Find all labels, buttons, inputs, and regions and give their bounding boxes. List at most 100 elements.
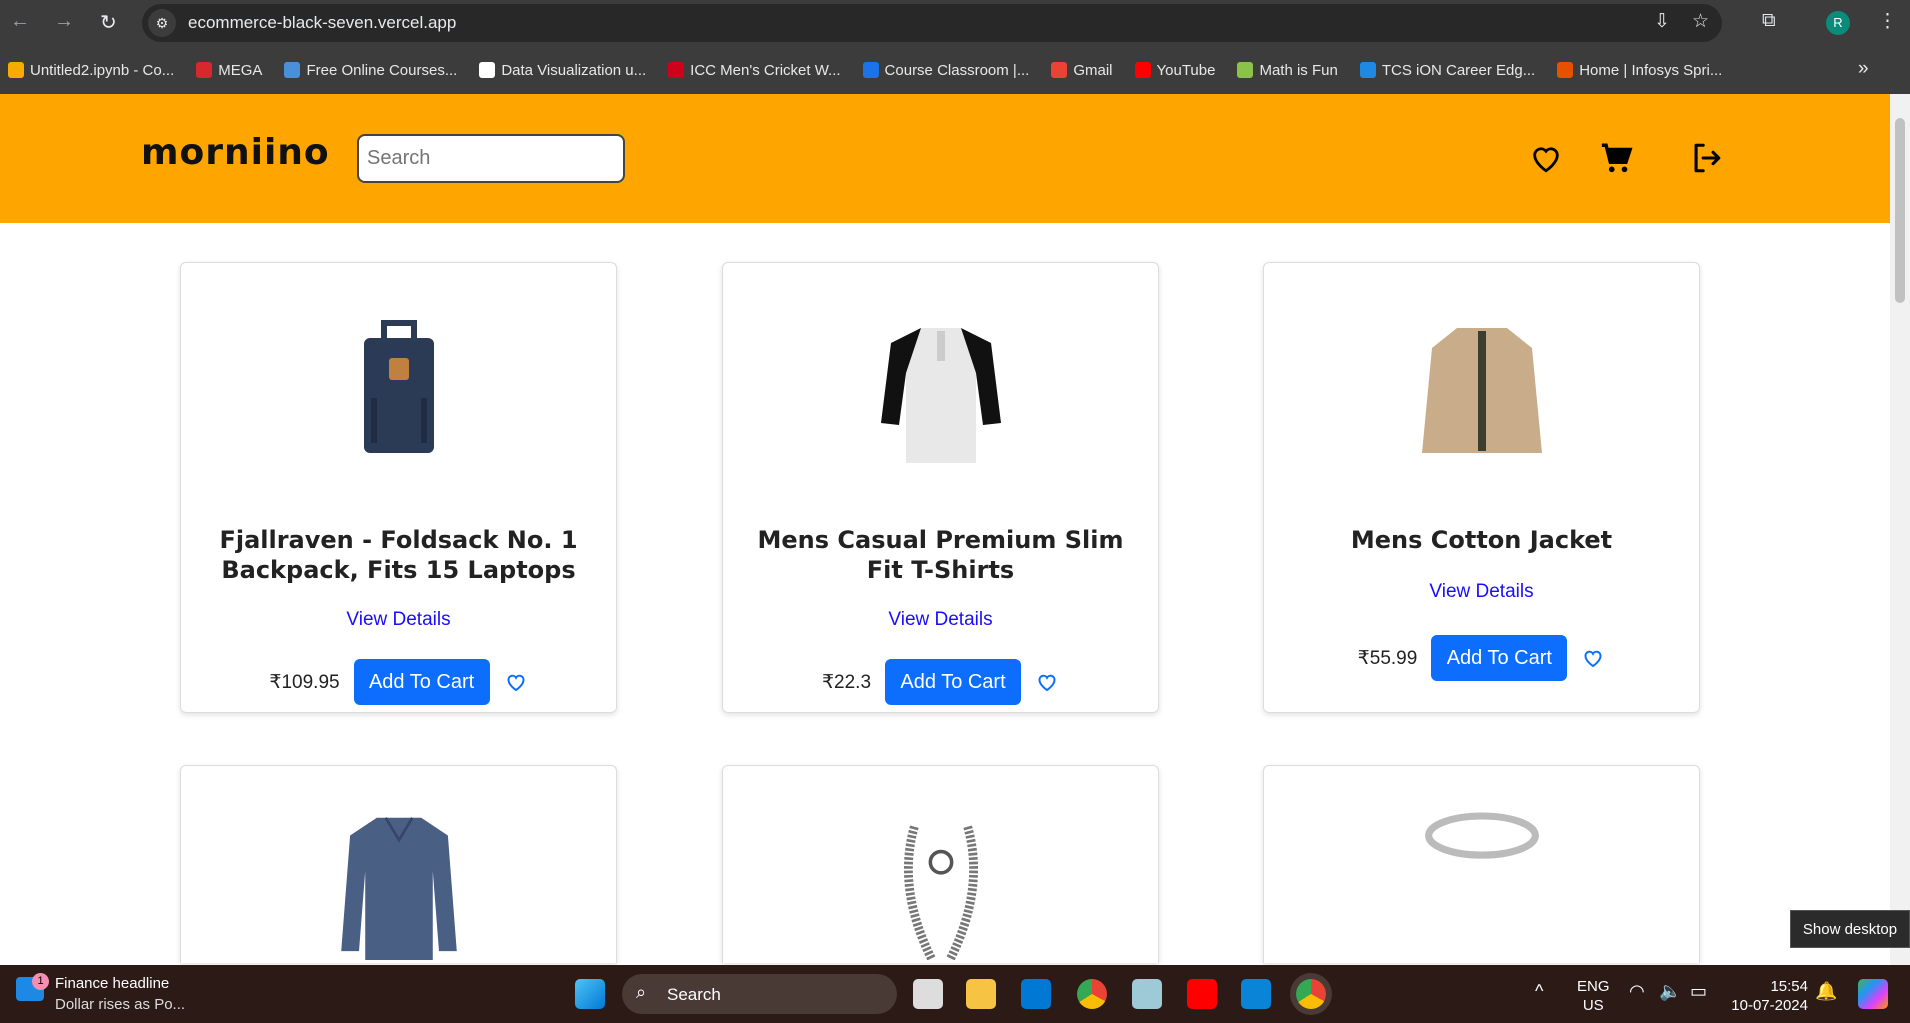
bookmark-label: Untitled2.ipynb - Co...	[30, 62, 175, 79]
view-details-link[interactable]: View Details	[723, 609, 1158, 631]
bookmark-favicon-icon	[1237, 62, 1254, 78]
bookmark-item[interactable]: Home | Infosys Spri...	[1557, 62, 1722, 79]
bookmark-item[interactable]: Math is Fun	[1237, 62, 1338, 79]
install-icon[interactable]: ⇩	[1654, 10, 1670, 33]
favorite-heart-icon[interactable]	[504, 670, 528, 694]
chrome-icon[interactable]	[1077, 979, 1107, 1009]
youtube-icon[interactable]	[1187, 979, 1217, 1009]
product-card	[1263, 765, 1700, 963]
address-bar[interactable]: ⚙ ecommerce-black-seven.vercel.app ⇩ ☆	[142, 4, 1722, 42]
star-icon[interactable]: ☆	[1692, 10, 1709, 33]
bookmark-favicon-icon	[1359, 62, 1376, 78]
product-image[interactable]	[1402, 800, 1562, 960]
bookmark-item[interactable]: ICC Men's Cricket W...	[668, 62, 841, 79]
bookmark-item[interactable]: Data Visualization u...	[479, 62, 646, 79]
browser-chrome: ← → ↻ ⚙ ecommerce-black-seven.vercel.app…	[0, 0, 1910, 94]
product-image[interactable]	[309, 303, 489, 483]
app-icon[interactable]	[1132, 979, 1162, 1009]
bookmark-item[interactable]: Free Online Courses...	[284, 62, 457, 79]
add-to-cart-button[interactable]: Add To Cart	[353, 659, 490, 705]
view-details-link[interactable]: View Details	[1264, 581, 1699, 603]
notification-bell-icon[interactable]: 🔔	[1815, 981, 1837, 1002]
url-text[interactable]: ecommerce-black-seven.vercel.app	[188, 13, 456, 33]
price-row: ₹22.3 Add To Cart	[723, 659, 1158, 705]
search-input[interactable]	[357, 134, 625, 183]
scrollbar-thumb[interactable]	[1895, 118, 1905, 303]
chrome-active-icon[interactable]	[1296, 979, 1326, 1009]
add-to-cart-button[interactable]: Add To Cart	[885, 659, 1022, 705]
site-settings-icon[interactable]: ⚙	[148, 9, 176, 37]
copilot-icon[interactable]	[1858, 979, 1888, 1009]
bookmark-label: Gmail	[1073, 62, 1113, 79]
wifi-icon[interactable]: ◠	[1629, 981, 1645, 1002]
price-row: ₹109.95 Add To Cart	[181, 659, 616, 705]
region: US	[1582, 997, 1604, 1014]
bookmark-item[interactable]: MEGA	[196, 62, 262, 79]
bookmark-label: TCS iON Career Edg...	[1381, 62, 1536, 79]
news-subtitle[interactable]: Dollar rises as Po...	[55, 996, 185, 1013]
product-image[interactable]	[851, 303, 1031, 483]
add-to-cart-button[interactable]: Add To Cart	[1431, 635, 1568, 681]
product-image[interactable]	[861, 800, 1021, 960]
product-title: Mens Cotton Jacket	[1350, 526, 1613, 554]
volume-icon[interactable]: 🔈	[1659, 981, 1681, 1002]
bookmark-label: YouTube	[1156, 62, 1216, 79]
profile-avatar[interactable]: R	[1826, 11, 1850, 35]
show-desktop-tooltip: Show desktop	[1790, 910, 1910, 948]
taskbar-search-label: Search	[667, 985, 721, 1004]
bookmark-item[interactable]: Course Classroom |...	[862, 62, 1029, 79]
start-icon[interactable]	[575, 979, 605, 1009]
favorite-heart-icon[interactable]	[1035, 670, 1059, 694]
product-card: Mens Cotton Jacket View Details ₹55.99 A…	[1263, 262, 1700, 713]
bookmark-item[interactable]: YouTube	[1134, 62, 1216, 79]
bookmark-label: Home | Infosys Spri...	[1579, 62, 1723, 79]
menu-icon[interactable]: ⋮	[1878, 10, 1897, 33]
product-card: Mens Casual Premium Slim Fit T-Shirts Vi…	[722, 262, 1159, 713]
price-row: ₹55.99 Add To Cart	[1264, 635, 1699, 681]
back-icon[interactable]: ←	[10, 10, 30, 33]
bookmark-favicon-icon	[196, 62, 213, 78]
product-price: ₹55.99	[1357, 647, 1418, 669]
store-icon[interactable]	[1021, 979, 1051, 1009]
search-icon: ⌕	[636, 982, 647, 1002]
bookmark-label: Free Online Courses...	[306, 62, 458, 79]
bookmark-item[interactable]: Gmail	[1051, 62, 1113, 79]
bookmark-favicon-icon	[284, 62, 301, 78]
favorite-heart-icon[interactable]	[1581, 646, 1605, 670]
tray-chevron-icon[interactable]: ^	[1535, 981, 1543, 1002]
site-header: morniino	[0, 94, 1890, 223]
site-logo[interactable]: morniino	[141, 132, 330, 173]
logout-icon[interactable]	[1689, 141, 1723, 175]
bookmark-item[interactable]: Untitled2.ipynb - Co...	[8, 62, 174, 79]
clock[interactable]: 15:54 10-07-2024	[1728, 977, 1808, 1015]
product-image[interactable]	[1392, 303, 1572, 483]
file-explorer-icon[interactable]	[966, 979, 996, 1009]
lang: ENG	[1577, 978, 1610, 995]
bookmark-item[interactable]: TCS iON Career Edg...	[1359, 62, 1536, 79]
task-view-icon[interactable]	[913, 979, 943, 1009]
news-title[interactable]: Finance headline	[55, 975, 169, 992]
vscode-icon[interactable]	[1241, 979, 1271, 1009]
bookmarks-bar: Untitled2.ipynb - Co... MEGA Free Online C…	[8, 47, 1722, 94]
view-details-link[interactable]: View Details	[181, 609, 616, 631]
product-grid: Fjallraven - Foldsack No. 1 Backpack, Fi…	[0, 223, 1890, 965]
product-image[interactable]	[319, 800, 479, 960]
bookmark-label: MEGA	[218, 62, 263, 79]
product-price: ₹109.95	[269, 671, 340, 693]
taskbar: 1 Finance headline Dollar rises as Po...…	[0, 965, 1910, 1023]
product-title: Fjallraven - Foldsack No. 1 Backpack, Fi…	[219, 526, 578, 584]
more-bookmarks-icon[interactable]: »	[1858, 58, 1869, 80]
reload-icon[interactable]: ↻	[100, 10, 117, 35]
forward-icon[interactable]: →	[54, 10, 74, 33]
bookmark-favicon-icon	[1134, 62, 1151, 78]
cart-icon[interactable]	[1599, 141, 1633, 175]
product-card: Fjallraven - Foldsack No. 1 Backpack, Fi…	[180, 262, 617, 713]
taskbar-search[interactable]: ⌕ Search	[622, 974, 897, 1014]
product-title: Mens Casual Premium Slim Fit T-Shirts	[757, 526, 1124, 584]
extensions-icon[interactable]: ⧉	[1762, 10, 1776, 32]
language-indicator[interactable]: ENG US	[1577, 977, 1610, 1015]
page-scrollbar[interactable]	[1890, 94, 1910, 965]
battery-icon[interactable]: ▭	[1690, 981, 1707, 1002]
bookmark-favicon-icon	[1557, 62, 1574, 78]
wishlist-heart-icon[interactable]	[1529, 141, 1563, 175]
